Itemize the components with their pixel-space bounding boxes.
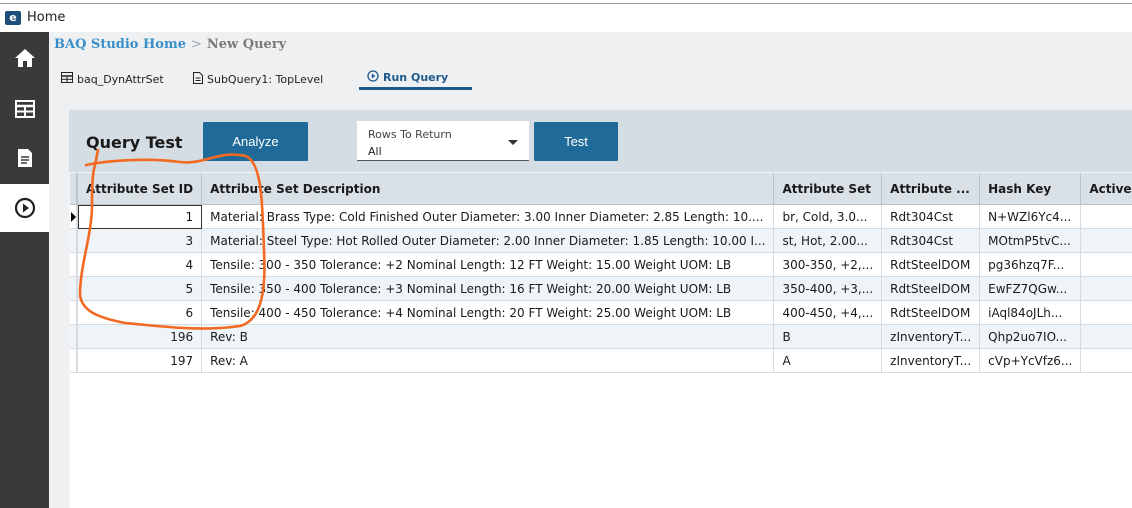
tab-label: baq_DynAttrSet bbox=[77, 72, 164, 86]
grid-table-icon bbox=[14, 100, 35, 118]
rows-to-return-label: Rows To Return bbox=[368, 128, 452, 141]
cell-hash-key[interactable]: EwFZ7QGw... bbox=[979, 276, 1082, 301]
cell-attribute-class[interactable]: zInventoryT... bbox=[881, 324, 981, 349]
cell-hash-key[interactable]: N+WZl6Yc4... bbox=[979, 204, 1082, 229]
tab-baq-dynattrset[interactable]: baq_DynAttrSet bbox=[61, 68, 164, 90]
column-header[interactable]: Attribute Set Description bbox=[201, 173, 775, 205]
cell-hash-key[interactable]: iAql84oJLh... bbox=[979, 300, 1082, 325]
cell-active[interactable] bbox=[1080, 204, 1132, 229]
analyze-button[interactable]: Analyze bbox=[203, 122, 308, 161]
cell-description[interactable]: Material: Brass Type: Cold Finished Oute… bbox=[201, 204, 775, 229]
results-table: Attribute Set ID Attribute Set Descripti… bbox=[70, 173, 1132, 373]
cell-attribute-set-id[interactable]: 196 bbox=[77, 324, 203, 349]
cell-active[interactable] bbox=[1080, 324, 1132, 349]
sidebar bbox=[0, 32, 49, 508]
cell-active[interactable] bbox=[1080, 276, 1132, 301]
cell-attribute-set-id[interactable]: 1 bbox=[77, 204, 203, 229]
column-header[interactable]: Hash Key bbox=[979, 173, 1082, 205]
cell-attribute-set[interactable]: 350-400, +3,... bbox=[773, 276, 883, 301]
table-icon bbox=[61, 72, 73, 86]
row-pointer-icon bbox=[71, 212, 76, 222]
cell-attribute-set-id[interactable]: 3 bbox=[77, 228, 203, 253]
column-header[interactable]: Attribute Set bbox=[773, 173, 883, 205]
tab-run-query[interactable]: Run Query bbox=[359, 68, 473, 90]
cell-active[interactable] bbox=[1080, 300, 1132, 325]
breadcrumb-home-link[interactable]: BAQ Studio Home bbox=[54, 37, 186, 52]
cell-attribute-class[interactable]: RdtSteelDOM bbox=[881, 276, 981, 301]
cell-hash-key[interactable]: Qhp2uo7IO... bbox=[979, 324, 1082, 349]
rows-to-return-value: All bbox=[368, 145, 382, 158]
cell-attribute-class[interactable]: Rdt304Cst bbox=[881, 204, 981, 229]
cell-active[interactable] bbox=[1080, 348, 1132, 373]
sidebar-item-run-query[interactable] bbox=[0, 184, 49, 232]
cell-active[interactable] bbox=[1080, 252, 1132, 277]
chevron-down-icon bbox=[508, 140, 518, 145]
app-logo-icon: e bbox=[5, 11, 21, 25]
cell-active[interactable] bbox=[1080, 228, 1132, 253]
cell-description[interactable]: Tensile: 350 - 400 Tolerance: +3 Nominal… bbox=[201, 276, 775, 301]
table-header-row: Attribute Set ID Attribute Set Descripti… bbox=[70, 173, 1132, 205]
document-icon bbox=[193, 71, 203, 87]
cell-hash-key[interactable]: cVp+YcVfz6... bbox=[979, 348, 1082, 373]
table-row[interactable]: 3 Material: Steel Type: Hot Rolled Outer… bbox=[70, 228, 1132, 253]
section-title: Query Test bbox=[86, 133, 183, 152]
cell-hash-key[interactable]: MOtmP5tvC... bbox=[979, 228, 1082, 253]
cell-description[interactable]: Tensile: 300 - 350 Tolerance: +2 Nominal… bbox=[201, 252, 775, 277]
cell-attribute-set[interactable]: 300-350, +2,... bbox=[773, 252, 883, 277]
cell-attribute-set[interactable]: A bbox=[773, 348, 883, 373]
table-row[interactable]: 4 Tensile: 300 - 350 Tolerance: +2 Nomin… bbox=[70, 252, 1132, 277]
cell-attribute-set-id[interactable]: 6 bbox=[77, 300, 203, 325]
window-title: Home bbox=[27, 10, 66, 25]
tab-label: SubQuery1: TopLevel bbox=[207, 72, 324, 86]
rows-to-return-select[interactable]: Rows To Return All bbox=[357, 121, 529, 161]
play-circle-icon bbox=[367, 70, 379, 85]
test-button[interactable]: Test bbox=[534, 122, 618, 161]
table-row[interactable]: 1 Material: Brass Type: Cold Finished Ou… bbox=[70, 204, 1132, 229]
column-header[interactable]: Attribute Set ID bbox=[77, 173, 203, 205]
sidebar-item-home[interactable] bbox=[0, 34, 49, 82]
table-row[interactable]: 6 Tensile: 400 - 450 Tolerance: +4 Nomin… bbox=[70, 300, 1132, 325]
main-content: BAQ Studio Home > New Query baq_DynAttrSet… bbox=[49, 32, 1132, 508]
breadcrumb-separator: > bbox=[190, 37, 202, 52]
sidebar-item-dashboard[interactable] bbox=[0, 85, 49, 133]
cell-description[interactable]: Tensile: 400 - 450 Tolerance: +4 Nominal… bbox=[201, 300, 775, 325]
cell-hash-key[interactable]: pg36hzq7F... bbox=[979, 252, 1082, 277]
title-bar: e Home bbox=[0, 4, 1132, 30]
cell-attribute-set-id[interactable]: 5 bbox=[77, 276, 203, 301]
home-icon bbox=[14, 48, 36, 68]
cell-attribute-set-id[interactable]: 197 bbox=[77, 348, 203, 373]
sidebar-item-reports[interactable] bbox=[0, 134, 49, 182]
tab-label: Run Query bbox=[383, 71, 449, 84]
breadcrumb-current: New Query bbox=[206, 37, 287, 52]
document-icon bbox=[17, 148, 33, 168]
cell-attribute-set-id[interactable]: 4 bbox=[77, 252, 203, 277]
cell-description[interactable]: Rev: A bbox=[201, 348, 775, 373]
play-circle-icon bbox=[14, 197, 36, 219]
cell-attribute-class[interactable]: Rdt304Cst bbox=[881, 228, 981, 253]
cell-attribute-set[interactable]: st, Hot, 2.00... bbox=[773, 228, 883, 253]
tab-bar: baq_DynAttrSet SubQuery1: TopLevel Run Q… bbox=[49, 68, 1132, 90]
cell-description[interactable]: Material: Steel Type: Hot Rolled Outer D… bbox=[201, 228, 775, 253]
table-row[interactable]: 5 Tensile: 350 - 400 Tolerance: +3 Nomin… bbox=[70, 276, 1132, 301]
cell-attribute-class[interactable]: RdtSteelDOM bbox=[881, 300, 981, 325]
table-row[interactable]: 196 Rev: B B zInventoryT... Qhp2uo7IO... bbox=[70, 324, 1132, 349]
column-header[interactable]: Active bbox=[1080, 173, 1132, 205]
results-grid: Attribute Set ID Attribute Set Descripti… bbox=[70, 173, 1132, 508]
table-row[interactable]: 197 Rev: A A zInventoryT... cVp+YcVfz6..… bbox=[70, 348, 1132, 373]
cell-description[interactable]: Rev: B bbox=[201, 324, 775, 349]
column-header[interactable]: Attribute ... bbox=[881, 173, 981, 205]
cell-attribute-set[interactable]: br, Cold, 3.0... bbox=[773, 204, 883, 229]
cell-attribute-set[interactable]: 400-450, +4,... bbox=[773, 300, 883, 325]
cell-attribute-class[interactable]: RdtSteelDOM bbox=[881, 252, 981, 277]
cell-attribute-set[interactable]: B bbox=[773, 324, 883, 349]
tab-subquery1[interactable]: SubQuery1: TopLevel bbox=[193, 68, 323, 90]
breadcrumb: BAQ Studio Home > New Query bbox=[54, 37, 286, 52]
cell-attribute-class[interactable]: zInventoryT... bbox=[881, 348, 981, 373]
